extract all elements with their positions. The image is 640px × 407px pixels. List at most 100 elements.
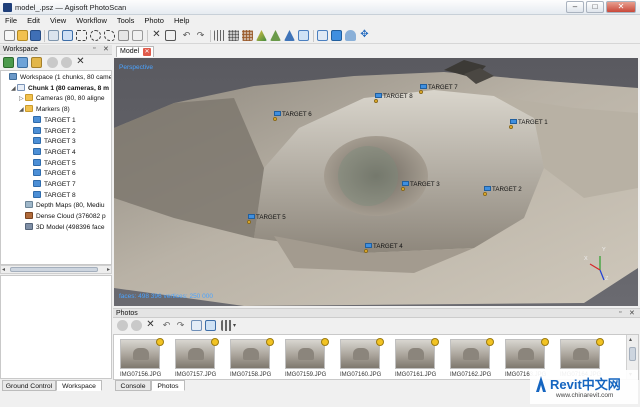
photo-thumbnail[interactable]: IMG07160.JPG [340, 338, 388, 379]
maximize-button[interactable]: □ [586, 1, 604, 13]
region-icon[interactable] [345, 30, 356, 41]
add-folder-icon[interactable] [31, 57, 42, 68]
rotate-right-icon[interactable]: ↷ [175, 320, 186, 331]
tree-item[interactable]: TARGET 4 [27, 147, 76, 158]
move-object-icon[interactable] [118, 30, 129, 41]
tab-ground-control[interactable]: Ground Control [2, 380, 56, 391]
model-icon [25, 222, 33, 230]
photo-thumbnail[interactable]: IMG07156.JPG [120, 338, 168, 379]
photo-thumbnail[interactable]: IMG07158.JPG [230, 338, 278, 379]
marker-flag-icon [375, 93, 382, 98]
menu-help[interactable]: Help [169, 15, 194, 25]
aligned-check-icon [376, 338, 384, 346]
rotate-left-icon[interactable]: ↶ [181, 30, 192, 41]
rotate-object-icon[interactable] [132, 30, 143, 41]
workspace-horizontal-scrollbar[interactable]: ◂ ▸ [0, 265, 112, 274]
rotate-right-icon[interactable]: ↷ [195, 30, 206, 41]
tree-item[interactable]: ▷ Cameras (80, 80 aligne [19, 94, 105, 104]
rotate-left-icon[interactable]: ↶ [161, 320, 172, 331]
new-icon[interactable] [4, 30, 15, 41]
marker-label: TARGET 5 [256, 214, 286, 221]
scroll-right-icon[interactable]: ▸ [107, 266, 110, 273]
scroll-thumb[interactable] [10, 267, 98, 272]
undo-icon[interactable] [48, 30, 59, 41]
points-icon[interactable] [228, 30, 239, 41]
navigation-icon[interactable] [62, 30, 73, 41]
tree-item[interactable]: TARGET 1 [27, 115, 76, 126]
tab-photos[interactable]: Photos [151, 380, 185, 391]
menu-file[interactable]: File [0, 15, 22, 25]
chevron-down-icon[interactable]: ▾ [233, 322, 236, 329]
flag-icon [33, 158, 41, 166]
tab-workspace[interactable]: Workspace [56, 380, 102, 391]
float-panel-icon[interactable]: ▫ [619, 309, 621, 316]
menu-workflow[interactable]: Workflow [71, 15, 112, 25]
photos-panel-header: Photos ▫ ✕ [113, 308, 640, 318]
add-photos-icon[interactable] [17, 57, 28, 68]
menu-tools[interactable]: Tools [112, 15, 140, 25]
scroll-left-icon[interactable]: ◂ [2, 266, 5, 273]
markers-icon[interactable] [331, 30, 342, 41]
tree-item[interactable]: TARGET 8 [27, 190, 76, 201]
cameras-icon[interactable] [317, 30, 328, 41]
menu-photo[interactable]: Photo [139, 15, 169, 25]
tree-item[interactable]: Workspace (1 chunks, 80 came [3, 73, 111, 83]
shaded-icon[interactable] [256, 30, 267, 41]
disable-icon[interactable] [61, 57, 72, 68]
tree-item[interactable]: TARGET 3 [27, 137, 76, 147]
delete-icon[interactable]: ✕ [151, 30, 162, 41]
view-mode-icon[interactable] [221, 320, 232, 331]
solid-icon[interactable] [270, 30, 281, 41]
tree-item[interactable]: TARGET 7 [27, 180, 76, 190]
minimize-button[interactable]: – [566, 1, 584, 13]
depth-icon [25, 201, 33, 209]
save-icon[interactable] [30, 30, 41, 41]
tree-item[interactable]: Depth Maps (80, Mediu [19, 201, 105, 211]
photo-thumbnail[interactable]: IMG07162.JPG [450, 338, 498, 379]
wireframe-icon[interactable] [284, 30, 295, 41]
menu-view[interactable]: View [45, 15, 71, 25]
filter-photos-icon[interactable] [205, 320, 216, 331]
tree-item[interactable]: Dense Cloud (376082 p [19, 212, 106, 222]
add-chunk-icon[interactable] [3, 57, 14, 68]
tree-item[interactable]: ◢ Chunk 1 (80 cameras, 8 m [11, 83, 109, 94]
photo-thumbnail[interactable]: IMG07161.JPG [395, 338, 443, 379]
photo-filename: IMG07158.JPG [230, 372, 272, 378]
dense-cloud-icon[interactable] [242, 30, 253, 41]
free-select-icon[interactable] [104, 30, 115, 41]
rect-select-icon[interactable] [76, 30, 87, 41]
enable-icon[interactable] [47, 57, 58, 68]
remove-items-icon[interactable]: ✕ [75, 57, 86, 68]
disable-cameras-icon[interactable] [131, 320, 142, 331]
close-panel-icon[interactable]: ✕ [629, 309, 635, 317]
scroll-thumb[interactable] [629, 347, 636, 361]
model-viewport[interactable]: Perspective faces: 498 396 vertices: 250… [114, 58, 638, 306]
close-tab-icon[interactable]: ✕ [143, 48, 151, 56]
scroll-up-icon[interactable]: ▴ [629, 336, 632, 343]
textured-icon[interactable] [298, 30, 309, 41]
menu-edit[interactable]: Edit [22, 15, 45, 25]
remove-cameras-icon[interactable]: ✕ [145, 320, 156, 331]
tab-model[interactable]: Model ✕ [116, 46, 154, 57]
grid-icon[interactable] [214, 30, 225, 41]
tree-item[interactable]: TARGET 2 [27, 126, 76, 137]
marker-point-icon [483, 192, 487, 196]
show-cameras-icon[interactable] [191, 320, 202, 331]
circle-select-icon[interactable] [90, 30, 101, 41]
application-window: model_.psz — Agisoft PhotoScan – □ ✕ Fil… [0, 0, 640, 407]
tree-item[interactable]: ◢ Markers (8) [19, 105, 70, 115]
float-panel-icon[interactable]: ▫ [93, 45, 95, 52]
close-panel-icon[interactable]: ✕ [103, 45, 109, 53]
open-icon[interactable] [17, 30, 28, 41]
enable-cameras-icon[interactable] [117, 320, 128, 331]
photo-thumbnail[interactable]: IMG07159.JPG [285, 338, 333, 379]
folder-icon [25, 94, 33, 102]
tab-console[interactable]: Console [115, 380, 151, 391]
photo-thumbnail[interactable]: IMG07157.JPG [175, 338, 223, 379]
tree-item[interactable]: TARGET 5 [27, 158, 76, 169]
axes-icon[interactable]: ✥ [359, 30, 370, 41]
tree-item[interactable]: TARGET 6 [27, 169, 76, 179]
tree-item[interactable]: 3D Model (498396 face [19, 222, 105, 233]
crop-icon[interactable] [165, 30, 176, 41]
close-button[interactable]: ✕ [606, 1, 636, 13]
